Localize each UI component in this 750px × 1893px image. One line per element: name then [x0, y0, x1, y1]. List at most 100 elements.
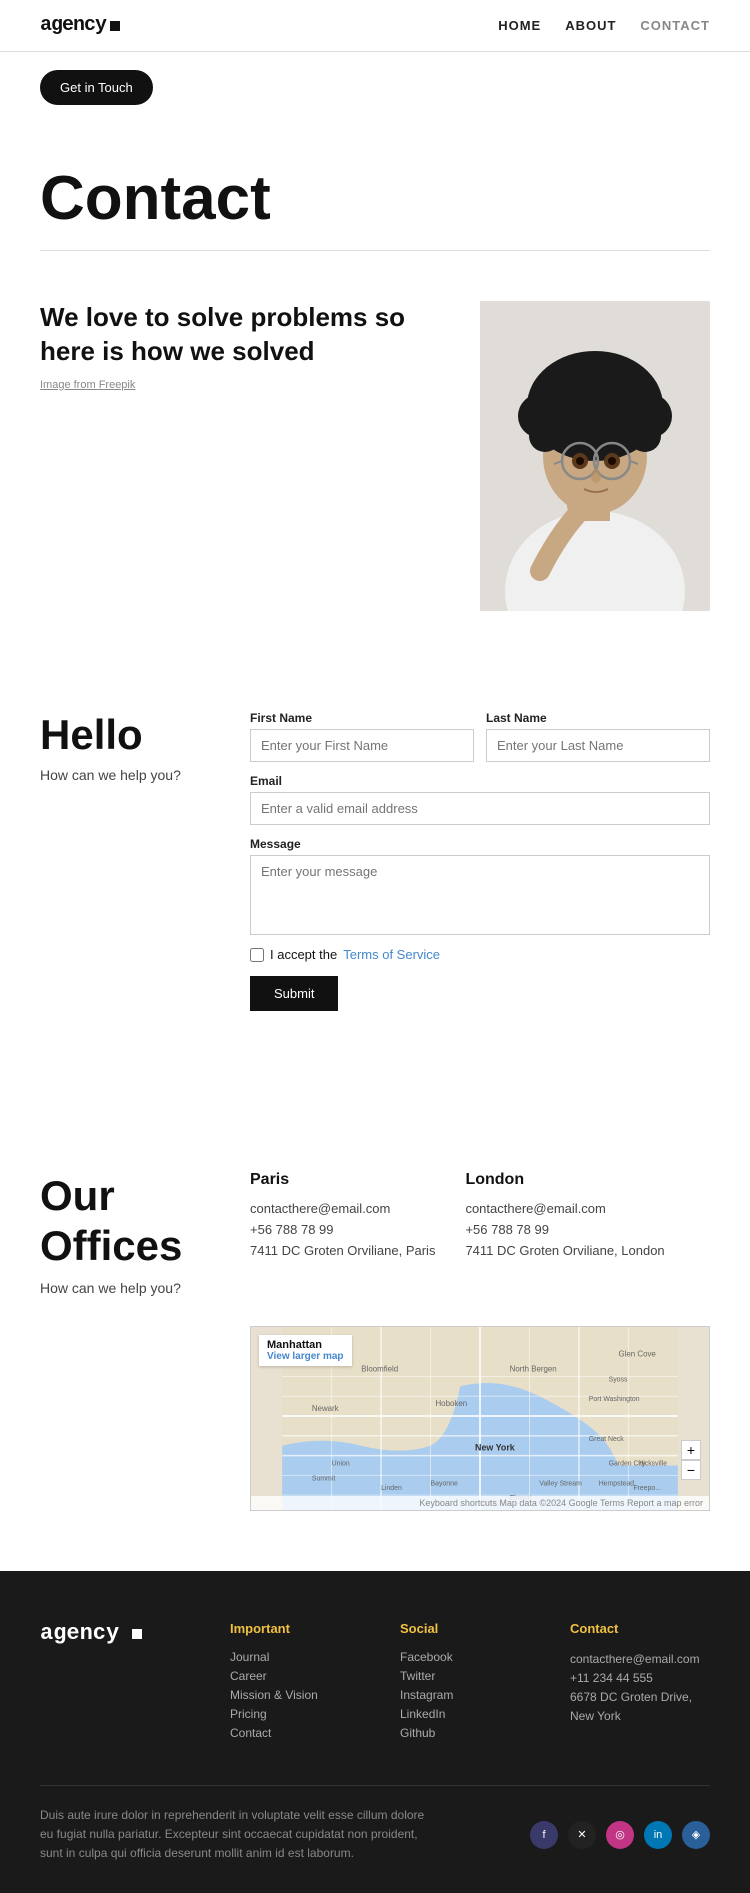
offices-heading: Our Offices — [40, 1171, 220, 1272]
nav-home[interactable]: HOME — [498, 18, 541, 33]
paris-phone: +56 788 78 99 — [250, 1220, 435, 1241]
footer-description: Duis aute irure dolor in reprehenderit i… — [40, 1806, 440, 1864]
intro-text: We love to solve problems so here is how… — [40, 301, 460, 391]
svg-text:Union: Union — [332, 1460, 350, 1467]
twitter-icon[interactable]: ✕ — [568, 1821, 596, 1849]
last-name-group: Last Name — [486, 711, 710, 762]
contact-form-section: Hello How can we help you? First Name La… — [0, 651, 750, 1091]
footer-social-col: Social Facebook Twitter Instagram Linked… — [400, 1621, 540, 1745]
footer-logo: agency — [40, 1621, 200, 1745]
nav-about[interactable]: ABOUT — [565, 18, 616, 33]
image-credit: Image from Freepik — [40, 379, 460, 391]
footer-journal-link[interactable]: Journal — [230, 1650, 370, 1664]
first-name-group: First Name — [250, 711, 474, 762]
form-subtext: How can we help you? — [40, 767, 220, 783]
intro-section: We love to solve problems so here is how… — [0, 301, 750, 651]
form-left: Hello How can we help you? — [40, 711, 220, 783]
checkbox-text: I accept the — [270, 947, 337, 962]
offices-right: Paris contacthere@email.com +56 788 78 9… — [250, 1171, 710, 1296]
footer-pricing-link[interactable]: Pricing — [230, 1707, 370, 1721]
paris-office: Paris contacthere@email.com +56 788 78 9… — [250, 1171, 435, 1296]
footer-social-heading: Social — [400, 1621, 540, 1636]
page-title: Contact — [40, 163, 710, 234]
svg-text:Linden: Linden — [381, 1485, 402, 1492]
offices-section: Our Offices How can we help you? Paris c… — [0, 1091, 750, 1571]
paris-city: Paris — [250, 1171, 435, 1189]
cta-bar: Get in Touch — [0, 52, 750, 123]
facebook-icon[interactable]: f — [530, 1821, 558, 1849]
submit-button[interactable]: Submit — [250, 976, 338, 1011]
footer-top: agency Important Journal Career Mission … — [40, 1621, 710, 1745]
terms-row: I accept the Terms of Service — [250, 947, 710, 962]
map-container: Newark New York Bloomfield North Bergen … — [250, 1326, 710, 1511]
map-zoom-in[interactable]: + — [681, 1440, 701, 1460]
london-office: London contacthere@email.com +56 788 78 … — [465, 1171, 664, 1296]
offices-left: Our Offices How can we help you? — [40, 1171, 220, 1296]
svg-text:Hempstead: Hempstead — [599, 1480, 634, 1487]
hero-divider — [40, 250, 710, 251]
message-input[interactable] — [250, 855, 710, 935]
intro-image — [480, 301, 710, 611]
last-name-input[interactable] — [486, 729, 710, 762]
footer-mission-link[interactable]: Mission & Vision — [230, 1688, 370, 1702]
terms-link[interactable]: Terms of Service — [343, 947, 440, 962]
svg-text:Great Neck: Great Neck — [589, 1436, 624, 1443]
footer-contact-col: Contact contacthere@email.com +11 234 44… — [570, 1621, 710, 1745]
footer-logo-text: agency — [40, 1621, 119, 1646]
first-name-input[interactable] — [250, 729, 474, 762]
footer-contact-phone: +11 234 44 555 — [570, 1669, 710, 1688]
footer-github-link[interactable]: Github — [400, 1726, 540, 1740]
footer-contact-link[interactable]: Contact — [230, 1726, 370, 1740]
email-input[interactable] — [250, 792, 710, 825]
map-label: Manhattan View larger map — [259, 1335, 352, 1366]
logo-text: agency — [40, 14, 106, 37]
message-group: Message — [250, 837, 710, 935]
footer-facebook-link[interactable]: Facebook — [400, 1650, 540, 1664]
other-social-icon[interactable]: ◈ — [682, 1821, 710, 1849]
svg-text:Syoss: Syoss — [609, 1376, 628, 1383]
footer-linkedin-link[interactable]: LinkedIn — [400, 1707, 540, 1721]
footer-important-heading: Important — [230, 1621, 370, 1636]
logo: agency — [40, 14, 120, 37]
freepik-link[interactable]: Freepik — [99, 379, 136, 391]
intro-heading: We love to solve problems so here is how… — [40, 301, 460, 369]
svg-text:Newark: Newark — [312, 1404, 339, 1413]
svg-text:Freepo...: Freepo... — [633, 1485, 661, 1492]
footer-contact-address: 6678 DC Groten Drive, New York — [570, 1688, 710, 1726]
svg-text:Hoboken: Hoboken — [435, 1399, 467, 1408]
offices-top: Our Offices How can we help you? Paris c… — [40, 1171, 710, 1296]
linkedin-icon[interactable]: in — [644, 1821, 672, 1849]
london-email: contacthere@email.com — [465, 1199, 664, 1220]
svg-text:Port Washington: Port Washington — [589, 1396, 640, 1403]
form-right: First Name Last Name Email Message I acc… — [250, 711, 710, 1011]
map-view-larger[interactable]: View larger map — [267, 1351, 344, 1362]
paris-address: 7411 DC Groten Orviliane, Paris — [250, 1241, 435, 1262]
instagram-icon[interactable]: ◎ — [606, 1821, 634, 1849]
hero-section: Contact — [0, 123, 750, 301]
nav-links: HOME ABOUT CONTACT — [498, 18, 710, 33]
svg-text:North Bergen: North Bergen — [510, 1364, 557, 1373]
footer-twitter-link[interactable]: Twitter — [400, 1669, 540, 1683]
map-city-label: Manhattan — [267, 1339, 344, 1351]
nav-contact[interactable]: CONTACT — [640, 18, 710, 33]
london-city: London — [465, 1171, 664, 1189]
footer-instagram-link[interactable]: Instagram — [400, 1688, 540, 1702]
person-illustration — [480, 301, 710, 611]
footer-important-list: Journal Career Mission & Vision Pricing … — [230, 1650, 370, 1740]
name-row: First Name Last Name — [250, 711, 710, 762]
footer-career-link[interactable]: Career — [230, 1669, 370, 1683]
terms-checkbox[interactable] — [250, 948, 264, 962]
paris-email: contacthere@email.com — [250, 1199, 435, 1220]
footer-logo-box-icon — [132, 1629, 142, 1639]
map-zoom-out[interactable]: − — [681, 1460, 701, 1480]
last-name-label: Last Name — [486, 711, 710, 725]
get-in-touch-button[interactable]: Get in Touch — [40, 70, 153, 105]
form-heading: Hello — [40, 711, 220, 759]
svg-text:Summit: Summit — [312, 1475, 335, 1482]
svg-text:New York: New York — [475, 1442, 515, 1452]
footer-social-icons: f ✕ ◎ in ◈ — [530, 1821, 710, 1849]
offices-subtext: How can we help you? — [40, 1280, 220, 1296]
svg-text:Bayonne: Bayonne — [431, 1480, 458, 1487]
svg-text:Bloomfield: Bloomfield — [361, 1364, 398, 1373]
navbar: agency HOME ABOUT CONTACT — [0, 0, 750, 52]
